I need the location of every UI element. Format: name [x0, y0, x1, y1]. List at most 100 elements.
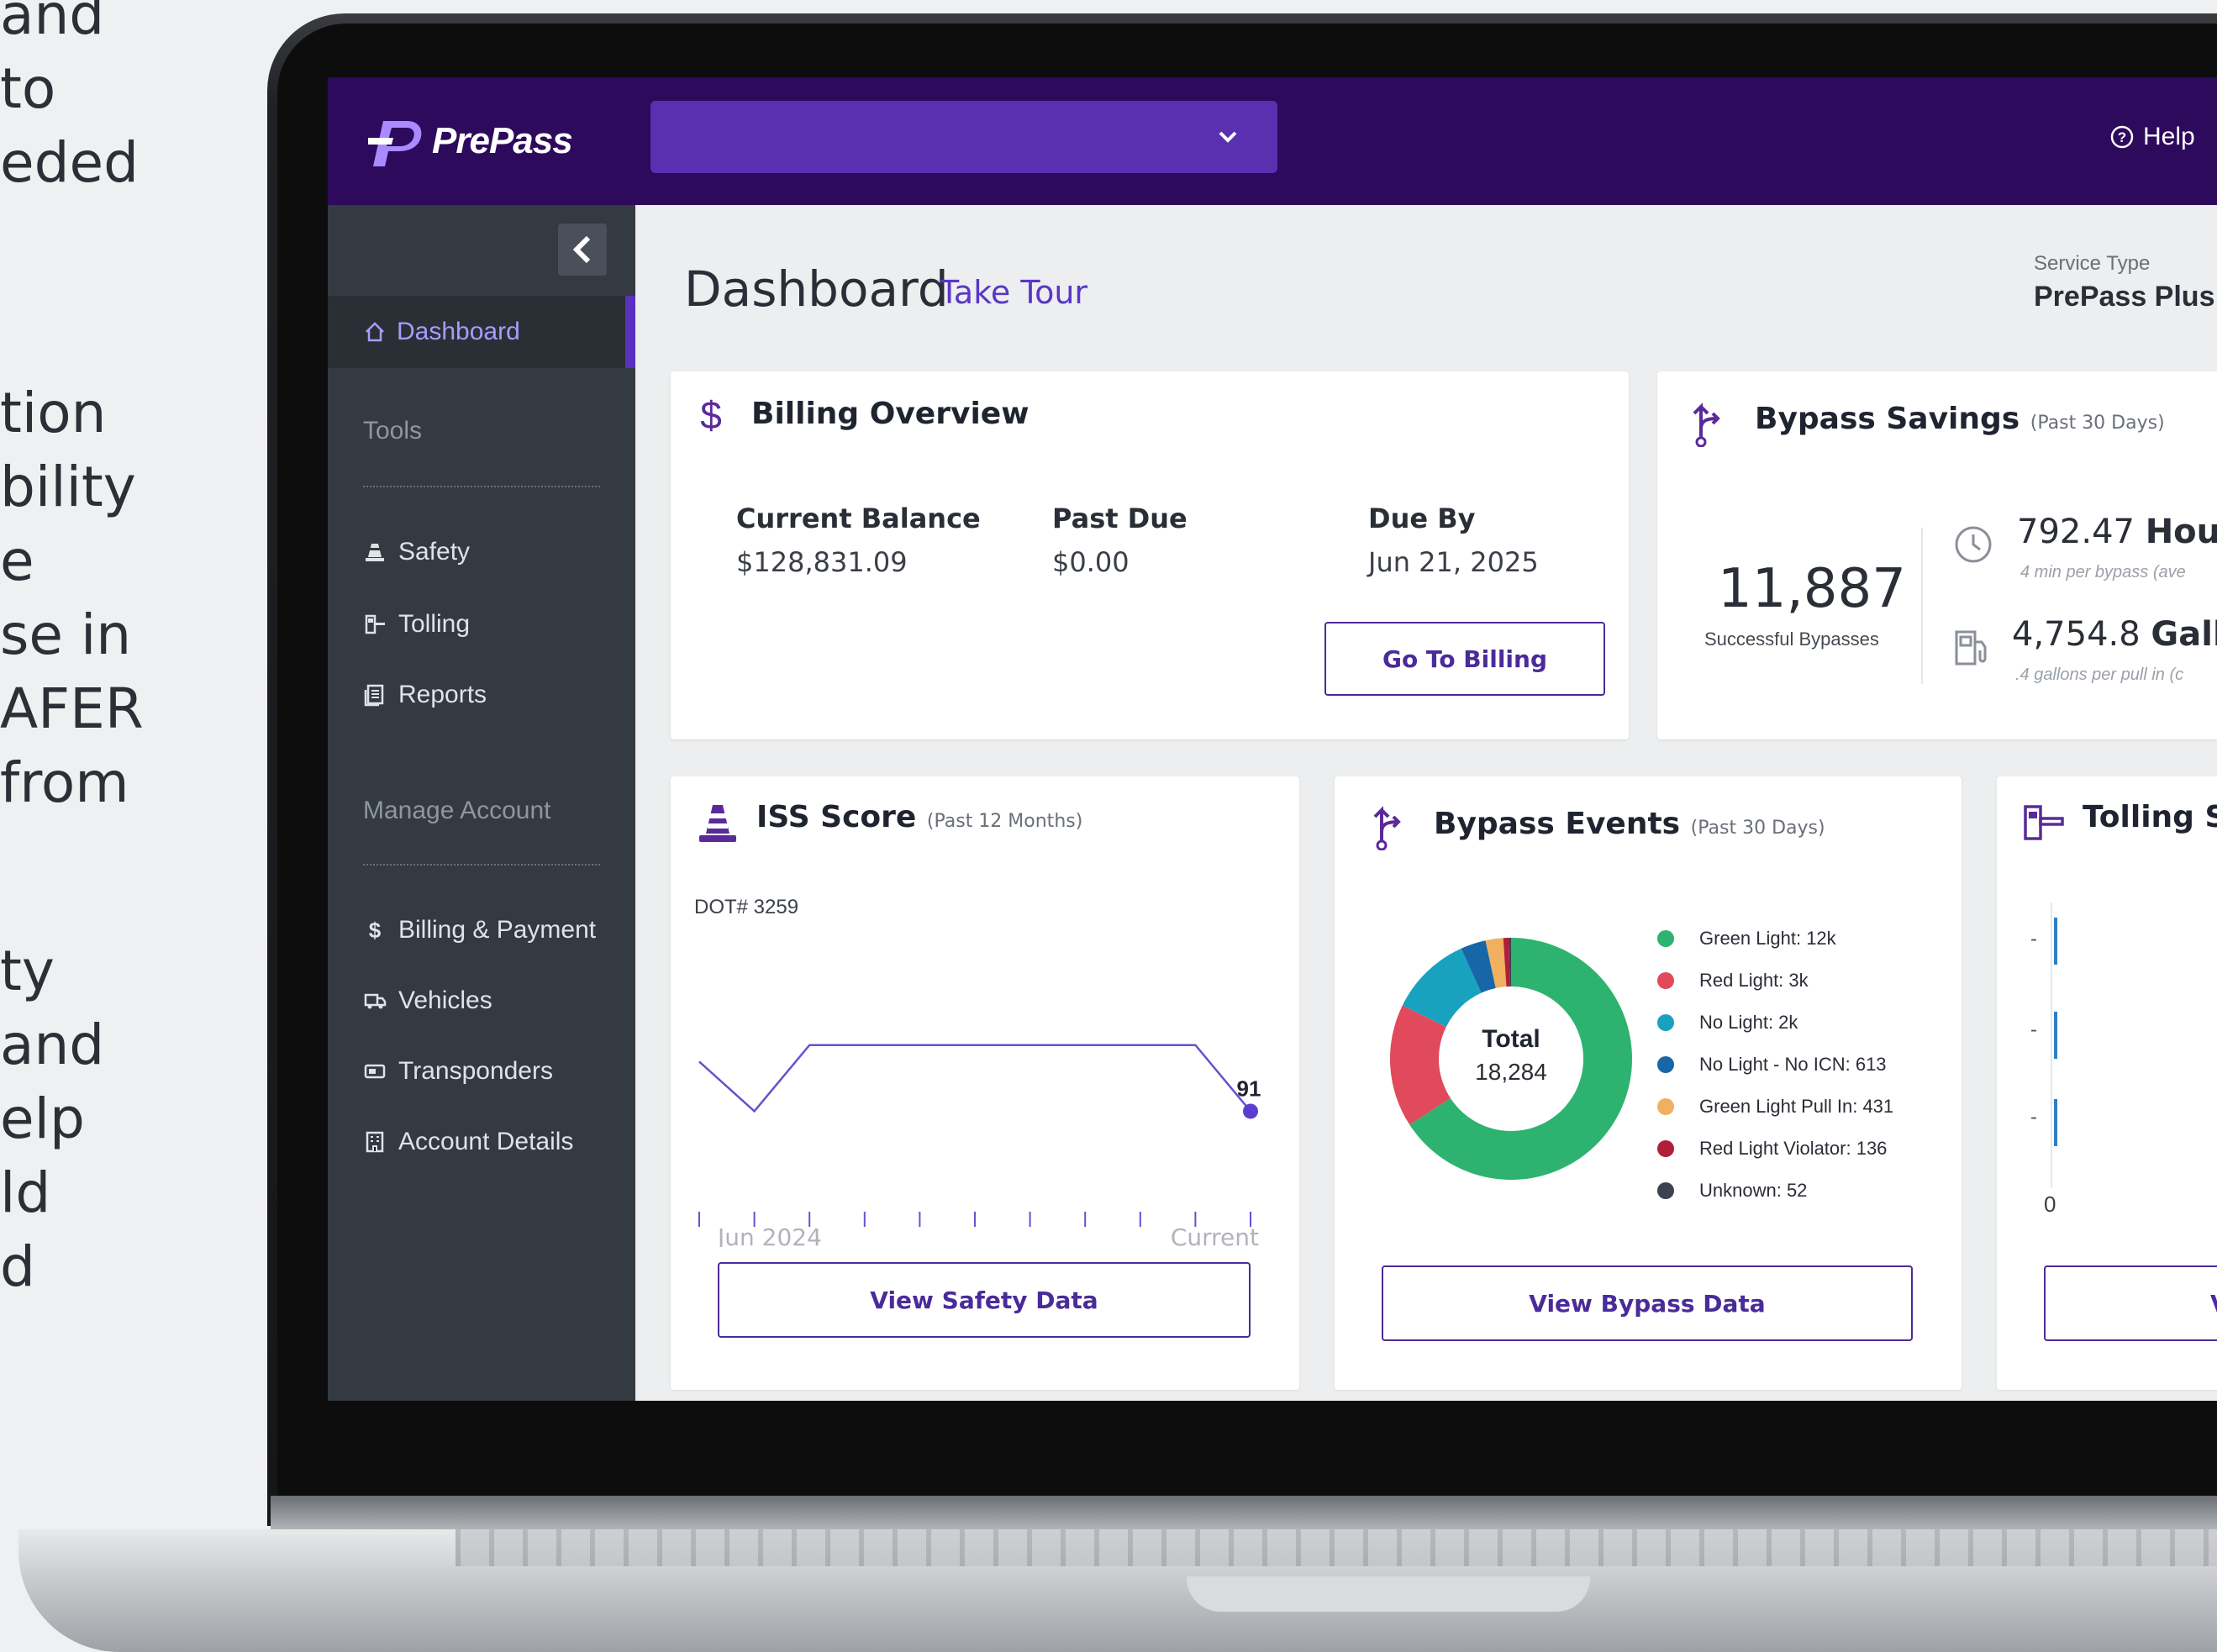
take-tour-link[interactable]: Take Tour: [940, 274, 1087, 311]
legend-item: Red Light: 3k: [1657, 960, 1893, 1002]
tolling-tick: -: [2030, 1106, 2037, 1129]
sidebar-item-transponders[interactable]: Transponders: [363, 1057, 553, 1086]
view-safety-data-button[interactable]: View Safety Data: [718, 1262, 1251, 1338]
sidebar-item-label: Account Details: [398, 1128, 574, 1155]
legend-item: No Light: 2k: [1657, 1002, 1893, 1044]
legend-swatch: [1657, 930, 1674, 947]
building-icon: [366, 1131, 384, 1153]
tolling-bar: [2054, 1099, 2057, 1146]
account-select[interactable]: [650, 101, 1277, 173]
legend-swatch: [1657, 1056, 1674, 1073]
current-balance: Current Balance $128,831.09: [736, 502, 981, 578]
bypass-events-title: Bypass Events (Past 30 Days): [1434, 807, 1825, 841]
go-to-billing-button[interactable]: Go To Billing: [1324, 622, 1605, 696]
view-bypass-data-button[interactable]: View Bypass Data: [1382, 1265, 1913, 1341]
hours-saved-note: 4 min per bypass (ave: [2020, 563, 2186, 581]
toll-gate-icon: [365, 614, 385, 634]
tolling-summary-card: Tolling So - - - 0 V: [1997, 776, 2217, 1390]
tolling-bar: [2054, 918, 2057, 965]
dollar-icon: $: [369, 918, 382, 942]
iss-score-line: [698, 1044, 1251, 1113]
bypass-savings-card: Bypass Savings (Past 30 Days) 11,887 Suc…: [1657, 371, 2217, 739]
legend-swatch: [1657, 972, 1674, 989]
sidebar-item-dashboard[interactable]: Dashboard: [328, 296, 635, 368]
sidebar-item-label: Vehicles: [398, 986, 492, 1014]
bypass-icon: [1693, 402, 1720, 447]
due-by-value: Jun 21, 2025: [1368, 546, 1539, 578]
sidebar-section-manage-account: Manage Account: [363, 797, 551, 824]
cone-icon: [366, 544, 384, 561]
legend-item: Green Light: 12k: [1657, 918, 1893, 960]
legend-label: Red Light: 3k: [1699, 970, 1809, 991]
legend-swatch: [1657, 1098, 1674, 1115]
svg-text:$: $: [369, 918, 382, 942]
bypass-events-legend: Green Light: 12k Red Light: 3k No Light: 2…: [1657, 918, 1893, 1212]
past-due-value: $0.00: [1052, 546, 1130, 578]
top-bar: PrePass ? Help: [328, 77, 2217, 205]
service-type-label: Service Type: [2034, 252, 2151, 275]
iss-score-chart: 91 Jun 2024 Current: [698, 1044, 1261, 1247]
savings-divider: [1921, 528, 1923, 684]
iss-current-point[interactable]: [1243, 1103, 1258, 1119]
legend-swatch: [1657, 1140, 1674, 1157]
logo-text: PrePass: [432, 120, 573, 161]
legend-label: No Light: 2k: [1699, 1012, 1798, 1033]
help-icon: ?: [2110, 125, 2134, 149]
sidebar-item-reports[interactable]: Reports: [363, 681, 487, 709]
legend-label: Green Light Pull In: 431: [1699, 1096, 1894, 1117]
marketing-text-top: and to eded: [0, 0, 139, 195]
prepass-logo[interactable]: PrePass: [368, 111, 573, 171]
app-screen: PrePass ? Help Dashboard Tools Safety To…: [328, 77, 2217, 1401]
cone-icon: [699, 805, 736, 842]
gallons-saved-note: .4 gallons per pull in (c: [2015, 666, 2184, 684]
sidebar-item-label: Reports: [398, 681, 487, 708]
current-balance-value: $128,831.09: [736, 546, 908, 578]
sidebar-item-billing-payment[interactable]: $ Billing & Payment: [363, 916, 596, 944]
past-due-label: Past Due: [1052, 502, 1187, 534]
tolling-bar: [2054, 1012, 2057, 1059]
sidebar-section-tools: Tools: [363, 417, 423, 445]
sidebar-divider: [363, 864, 600, 865]
marketing-text-middle: tion bility e se in AFER from: [0, 381, 144, 815]
fuel-pump-icon: [1955, 630, 1987, 666]
report-icon: [364, 684, 384, 707]
view-tolling-data-button[interactable]: V: [2044, 1265, 2217, 1341]
bypass-events-card: Bypass Events (Past 30 Days) Total 18,28…: [1335, 776, 1962, 1390]
hours-saved: 792.47 Hours: [2017, 513, 2217, 551]
sidebar-item-account-details[interactable]: Account Details: [363, 1128, 573, 1156]
donut-total-label: Total: [1482, 1025, 1540, 1053]
legend-label: Green Light: 12k: [1699, 928, 1836, 949]
sidebar-item-label: Dashboard: [397, 318, 520, 345]
prepass-logo-icon: [368, 121, 422, 166]
truck-icon: [364, 993, 387, 1009]
successful-bypasses-count: 11,887: [1718, 558, 1906, 620]
legend-label: No Light - No ICN: 613: [1699, 1054, 1887, 1075]
billing-overview-title: Billing Overview: [751, 397, 1030, 431]
chevron-left-icon: [572, 235, 591, 264]
sidebar-collapse-button[interactable]: [558, 224, 607, 276]
gallons-saved: 4,754.8 Gallo: [2012, 615, 2217, 654]
toll-gate-icon: [2024, 805, 2064, 840]
sidebar-item-tolling[interactable]: Tolling: [363, 610, 470, 639]
bypass-icon: [1373, 806, 1401, 850]
legend-swatch: [1657, 1014, 1674, 1031]
sidebar-item-vehicles[interactable]: Vehicles: [363, 986, 492, 1015]
laptop-base: [18, 1496, 2217, 1652]
sidebar-item-label: Safety: [398, 538, 471, 566]
tolling-summary-title: Tolling So: [2083, 800, 2217, 834]
legend-label: Red Light Violator: 136: [1699, 1138, 1888, 1159]
current-balance-label: Current Balance: [736, 502, 981, 534]
legend-item: No Light - No ICN: 613: [1657, 1044, 1893, 1086]
page-title: Dashboard: [684, 260, 949, 318]
help-link[interactable]: ? Help: [2109, 123, 2195, 151]
iss-score-title: ISS Score (Past 12 Months): [756, 800, 1083, 834]
legend-item: Green Light Pull In: 431: [1657, 1086, 1893, 1128]
iss-score-card: ISS Score (Past 12 Months) DOT# 3259 91 J…: [671, 776, 1299, 1390]
sidebar-item-safety[interactable]: Safety: [363, 538, 470, 566]
svg-text:$: $: [700, 393, 722, 437]
tolling-axis-zero: 0: [2044, 1192, 2056, 1217]
legend-swatch: [1657, 1182, 1674, 1199]
service-type-value: PrePass Plus: [2034, 281, 2215, 313]
tolling-axis: [2051, 902, 2052, 1188]
chevron-down-icon: [1219, 131, 1237, 143]
